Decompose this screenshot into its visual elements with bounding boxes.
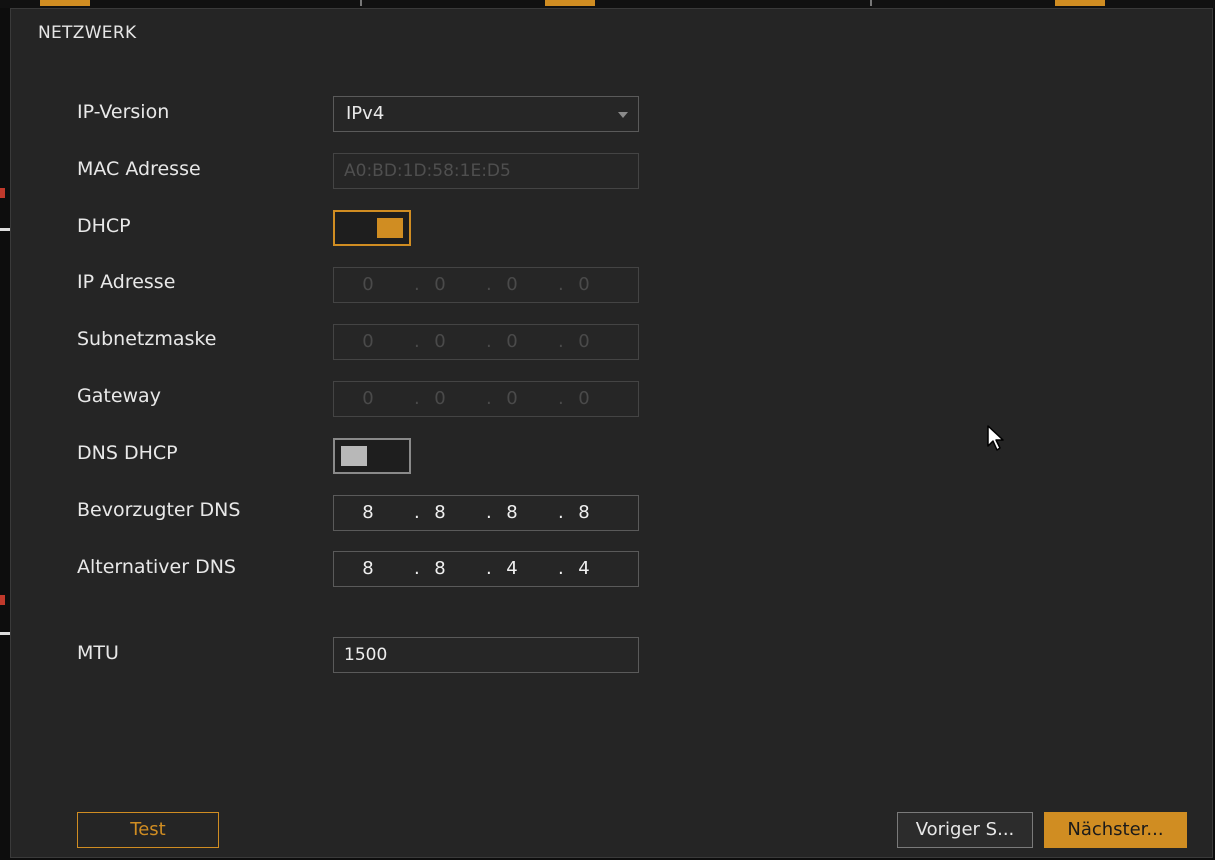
- background-marker: [1055, 0, 1105, 6]
- gateway-octet-3: 0: [506, 388, 518, 409]
- dialog-title: NETZWERK: [38, 23, 137, 43]
- background-tick: [360, 0, 362, 6]
- background-strip: [0, 0, 1215, 8]
- ip-separator: .: [486, 558, 492, 579]
- gateway-label: Gateway: [77, 385, 161, 407]
- alternate-dns-octet-2[interactable]: 8: [428, 558, 452, 579]
- ip-separator: .: [486, 388, 492, 409]
- dhcp-toggle[interactable]: [333, 210, 411, 246]
- ip-address-label: IP Adresse: [77, 271, 176, 293]
- ip-separator: .: [486, 502, 492, 523]
- gateway-octet-2: 0: [434, 388, 446, 409]
- gateway-octet-1: 0: [362, 388, 374, 409]
- next-step-button[interactable]: Nächster...: [1044, 812, 1187, 848]
- edge-marker: [0, 228, 10, 231]
- subnet-octet-3: 0: [506, 331, 518, 352]
- ip-version-value: IPv4: [346, 103, 385, 124]
- ip-address-field: 0 . 0 . 0 . 0: [333, 267, 639, 303]
- toggle-knob: [341, 446, 367, 466]
- edge-marker: [0, 188, 5, 198]
- subnet-octet-4: 0: [578, 331, 590, 352]
- ip-separator: .: [486, 274, 492, 295]
- ip-version-label: IP-Version: [77, 101, 170, 123]
- ip-separator: .: [414, 331, 420, 352]
- subnet-octet-2: 0: [434, 331, 446, 352]
- mtu-input[interactable]: 1500: [333, 637, 639, 673]
- dns-dhcp-toggle[interactable]: [333, 438, 411, 474]
- ip-separator: .: [558, 502, 564, 523]
- alternate-dns-label: Alternativer DNS: [77, 556, 236, 578]
- preferred-dns-octet-2[interactable]: 8: [428, 502, 452, 523]
- preferred-dns-octet-1[interactable]: 8: [356, 502, 380, 523]
- alternate-dns-octet-3[interactable]: 4: [500, 558, 524, 579]
- ip-separator: .: [558, 388, 564, 409]
- caret-down-icon: [618, 112, 628, 118]
- ip-octet-2: 0: [434, 274, 446, 295]
- edge-marker: [0, 632, 10, 635]
- background-marker: [545, 0, 595, 6]
- mouse-pointer-icon: [986, 424, 1006, 458]
- subnet-mask-label: Subnetzmaske: [77, 328, 217, 350]
- preferred-dns-field[interactable]: 8 . 8 . 8 . 8: [333, 495, 639, 531]
- network-dialog: NETZWERK IP-Version IPv4 MAC Adresse A0:…: [10, 8, 1213, 858]
- preferred-dns-octet-3[interactable]: 8: [500, 502, 524, 523]
- mac-address-field: A0:BD:1D:58:1E:D5: [333, 153, 639, 189]
- preferred-dns-label: Bevorzugter DNS: [77, 499, 241, 521]
- dns-dhcp-label: DNS DHCP: [77, 442, 178, 464]
- test-button[interactable]: Test: [77, 812, 219, 848]
- ip-version-select[interactable]: IPv4: [333, 96, 639, 132]
- gateway-field: 0 . 0 . 0 . 0: [333, 381, 639, 417]
- background-marker: [40, 0, 90, 6]
- ip-separator: .: [414, 502, 420, 523]
- ip-octet-4: 0: [578, 274, 590, 295]
- mtu-value: 1500: [344, 645, 388, 665]
- ip-separator: .: [414, 274, 420, 295]
- edge-marker: [0, 595, 5, 605]
- ip-separator: .: [558, 558, 564, 579]
- alternate-dns-octet-1[interactable]: 8: [356, 558, 380, 579]
- ip-octet-3: 0: [506, 274, 518, 295]
- mtu-label: MTU: [77, 642, 119, 664]
- ip-separator: .: [414, 558, 420, 579]
- ip-separator: .: [558, 274, 564, 295]
- ip-separator: .: [486, 331, 492, 352]
- subnet-mask-field: 0 . 0 . 0 . 0: [333, 324, 639, 360]
- mac-address-label: MAC Adresse: [77, 158, 201, 180]
- previous-step-button[interactable]: Voriger S...: [897, 812, 1033, 848]
- ip-separator: .: [414, 388, 420, 409]
- ip-octet-1: 0: [362, 274, 374, 295]
- mac-address-value: A0:BD:1D:58:1E:D5: [344, 161, 511, 181]
- background-tick: [870, 0, 872, 6]
- alternate-dns-octet-4[interactable]: 4: [572, 558, 596, 579]
- alternate-dns-field[interactable]: 8 . 8 . 4 . 4: [333, 551, 639, 587]
- subnet-octet-1: 0: [362, 331, 374, 352]
- dhcp-label: DHCP: [77, 215, 131, 237]
- toggle-knob: [377, 218, 403, 238]
- preferred-dns-octet-4[interactable]: 8: [572, 502, 596, 523]
- gateway-octet-4: 0: [578, 388, 590, 409]
- ip-separator: .: [558, 331, 564, 352]
